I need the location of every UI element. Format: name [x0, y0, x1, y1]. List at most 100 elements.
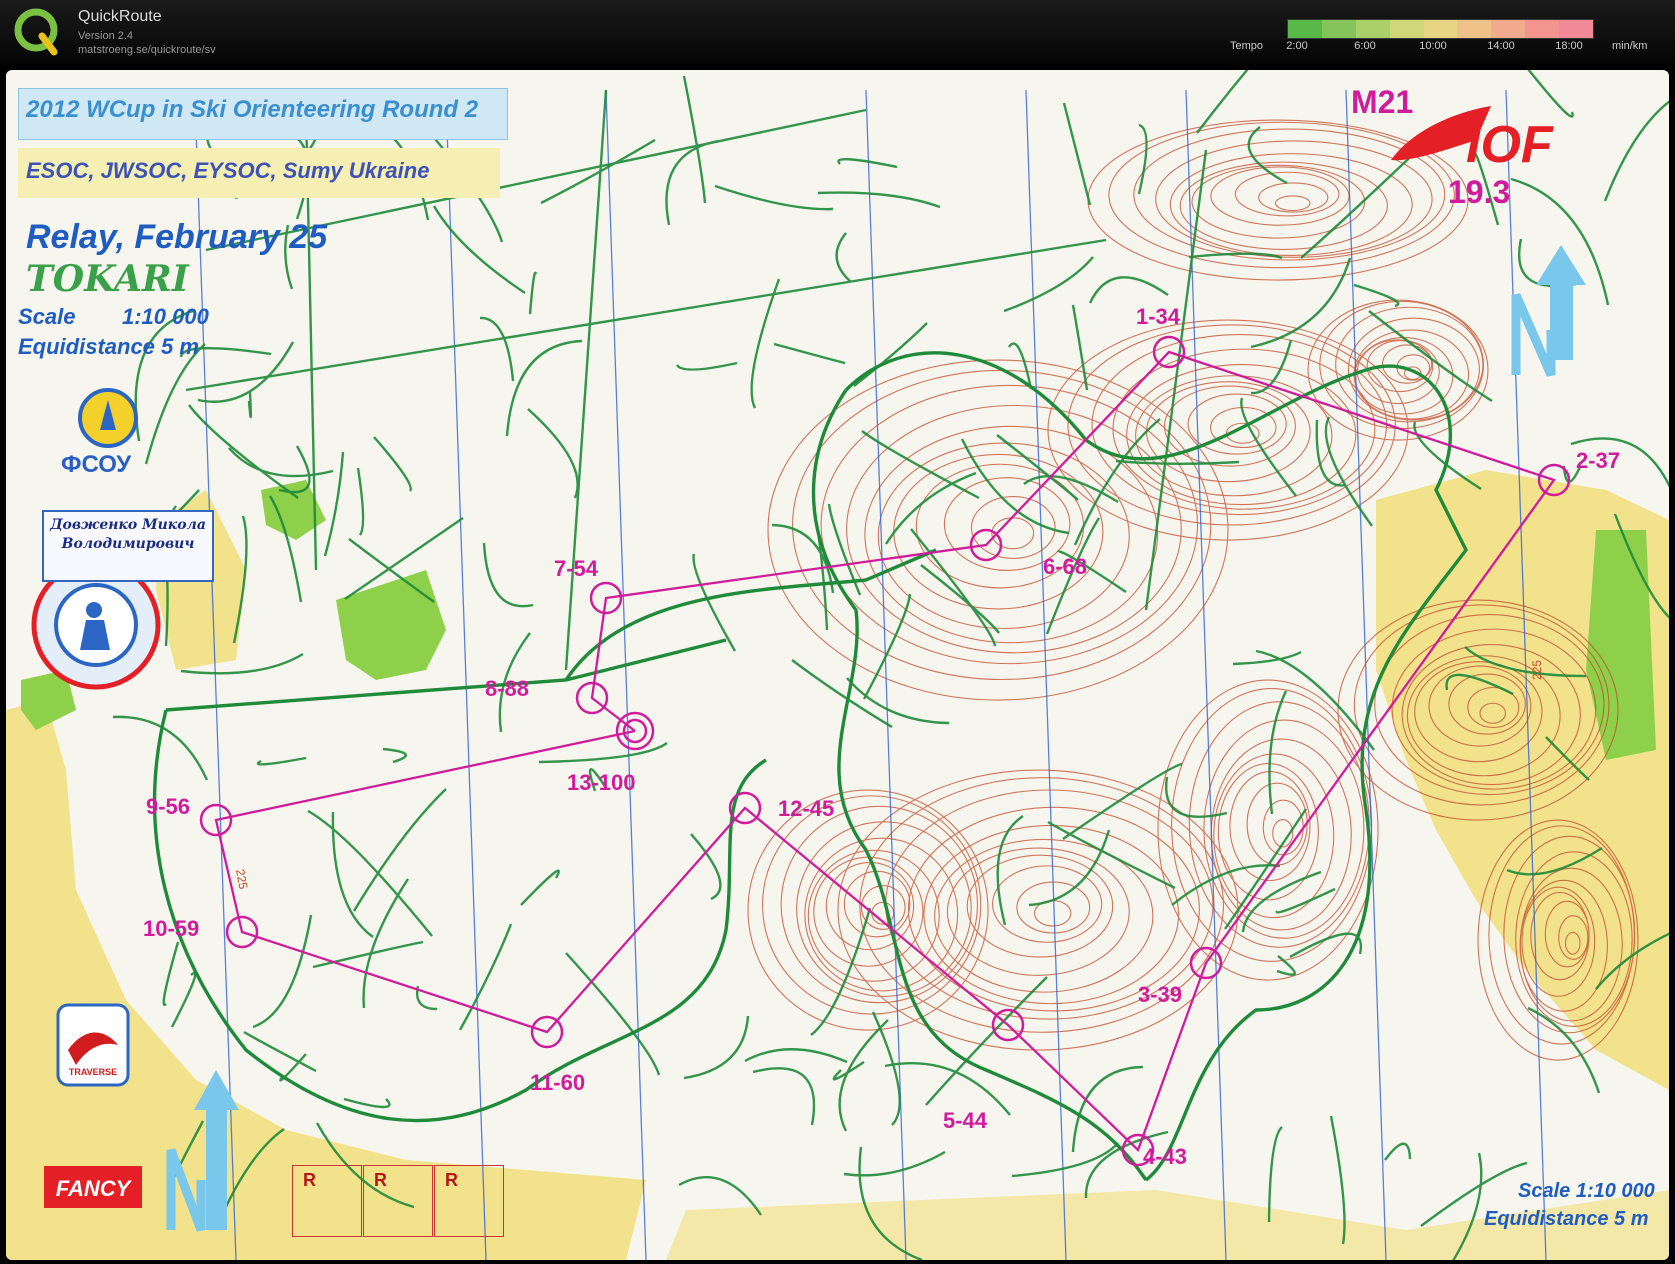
contour-ring [1145, 381, 1311, 483]
contour-ring [1191, 164, 1366, 239]
track-segment [458, 923, 513, 1031]
control-label: 9-56 [146, 794, 191, 819]
track-segment [144, 343, 206, 465]
course-distance: 19.3 [1448, 174, 1511, 210]
contour-ring [1274, 195, 1311, 212]
track-segment [1250, 257, 1352, 349]
track-segment [846, 677, 950, 725]
control-label: 5-44 [943, 1108, 988, 1133]
track-segment [479, 316, 515, 382]
track-segment [1007, 342, 1033, 390]
contour-ring [1169, 153, 1413, 256]
control-label: 3-39 [1138, 982, 1183, 1007]
traverse-logo-icon: TRAVERSE [56, 1003, 130, 1087]
svg-text:FANCY: FANCY [56, 1176, 133, 1201]
tempo-gradient-step [1525, 20, 1560, 38]
track-segment [1268, 690, 1288, 815]
track-segment [791, 659, 893, 729]
track-segment [252, 914, 313, 1029]
contour-ring [1108, 121, 1455, 269]
track-segment [323, 451, 345, 557]
track-segment [835, 232, 852, 283]
track-segment [692, 553, 737, 652]
tempo-gradient-step [1491, 20, 1526, 38]
app-url[interactable]: matstroeng.se/quickroute/sv [78, 44, 216, 56]
control-label: 10-59 [143, 916, 200, 941]
track-segment [837, 157, 898, 169]
app-version: Version 2.4 [78, 30, 134, 42]
track-segment [528, 271, 538, 315]
svg-text:IOF: IOF [1466, 116, 1554, 174]
track-segment [690, 833, 722, 901]
tempo-gradient-bar [1287, 19, 1594, 39]
track-segment [1062, 102, 1092, 206]
scale-value: 1:10 000 [122, 304, 209, 329]
contour-ring [1210, 738, 1352, 931]
control-label: 4-43 [1143, 1144, 1188, 1169]
north-letter-icon [166, 293, 1556, 1232]
contour-ring [1171, 688, 1373, 962]
iof-logo-icon: IOF [1391, 106, 1554, 174]
track-segment [527, 408, 579, 499]
app-header: QuickRoute Version 2.4 matstroeng.se/qui… [0, 0, 1675, 64]
track-segment [665, 139, 719, 226]
track-segment [1071, 1065, 1144, 1153]
track-segment [675, 361, 738, 371]
relay-box: R [434, 1165, 504, 1237]
contour-ring [767, 359, 1229, 701]
track-segment [356, 467, 365, 536]
track-segment [343, 1097, 391, 1109]
tempo-label: Tempo [1230, 40, 1264, 52]
class-label: M21 [1351, 84, 1414, 120]
area-name: TOKARI [26, 258, 189, 300]
track-segment [838, 1019, 889, 1132]
track-segment [505, 339, 583, 437]
contour-ring [796, 821, 972, 997]
relay-box: R [292, 1165, 362, 1237]
federation-name: ФСОУ [61, 451, 132, 478]
tempo-tick: 6:00 [1354, 40, 1376, 52]
control-label: 8-88 [485, 676, 530, 701]
track-segment [682, 75, 707, 204]
track-segment [1137, 123, 1148, 195]
track-segment [1088, 276, 1169, 304]
contour-ring [1133, 128, 1446, 261]
track-segment [432, 205, 526, 294]
track-segment [256, 756, 307, 766]
track-segment [162, 941, 180, 1007]
scale-label: Scale [18, 304, 76, 329]
track-segment [331, 811, 374, 938]
quickroute-logo-icon [14, 8, 58, 56]
track-segment [482, 542, 534, 608]
contour-ring [1234, 171, 1340, 217]
track-segment [683, 1015, 750, 1080]
track-segment [373, 436, 412, 492]
course-lines [214, 350, 1556, 1153]
fancy-logo-icon: FANCY [44, 1166, 142, 1208]
orienteering-map[interactable]: IOF ФСОУ TRAVERSE FANCY 225 225 2012 WCu… [6, 70, 1669, 1260]
control-label: 2-37 [1576, 448, 1621, 473]
control-label: 7-54 [554, 556, 599, 581]
track-segment [1603, 100, 1669, 202]
track-segment [960, 438, 1070, 535]
track-segment [1164, 776, 1228, 818]
track-segment [752, 1067, 816, 1126]
contour-ring [1203, 719, 1365, 939]
track-segment [247, 391, 252, 418]
track-segment [1047, 820, 1176, 890]
track-segment [1300, 143, 1425, 259]
tempo-tick: 10:00 [1419, 40, 1447, 52]
track-segment [520, 869, 560, 906]
relay-box: R [363, 1165, 433, 1237]
track-segment [382, 747, 407, 764]
control-label: 12-45 [778, 796, 835, 821]
svg-text:TRAVERSE: TRAVERSE [69, 1067, 117, 1077]
track-segment [1353, 283, 1400, 308]
tempo-unit: min/km [1612, 40, 1648, 52]
track-segment [1003, 256, 1094, 313]
track-segment [1384, 1142, 1412, 1161]
tempo-gradient-step [1389, 20, 1424, 38]
track-segment [134, 309, 194, 442]
track-segment [185, 238, 1107, 392]
tempo-tick: 2:00 [1286, 40, 1308, 52]
